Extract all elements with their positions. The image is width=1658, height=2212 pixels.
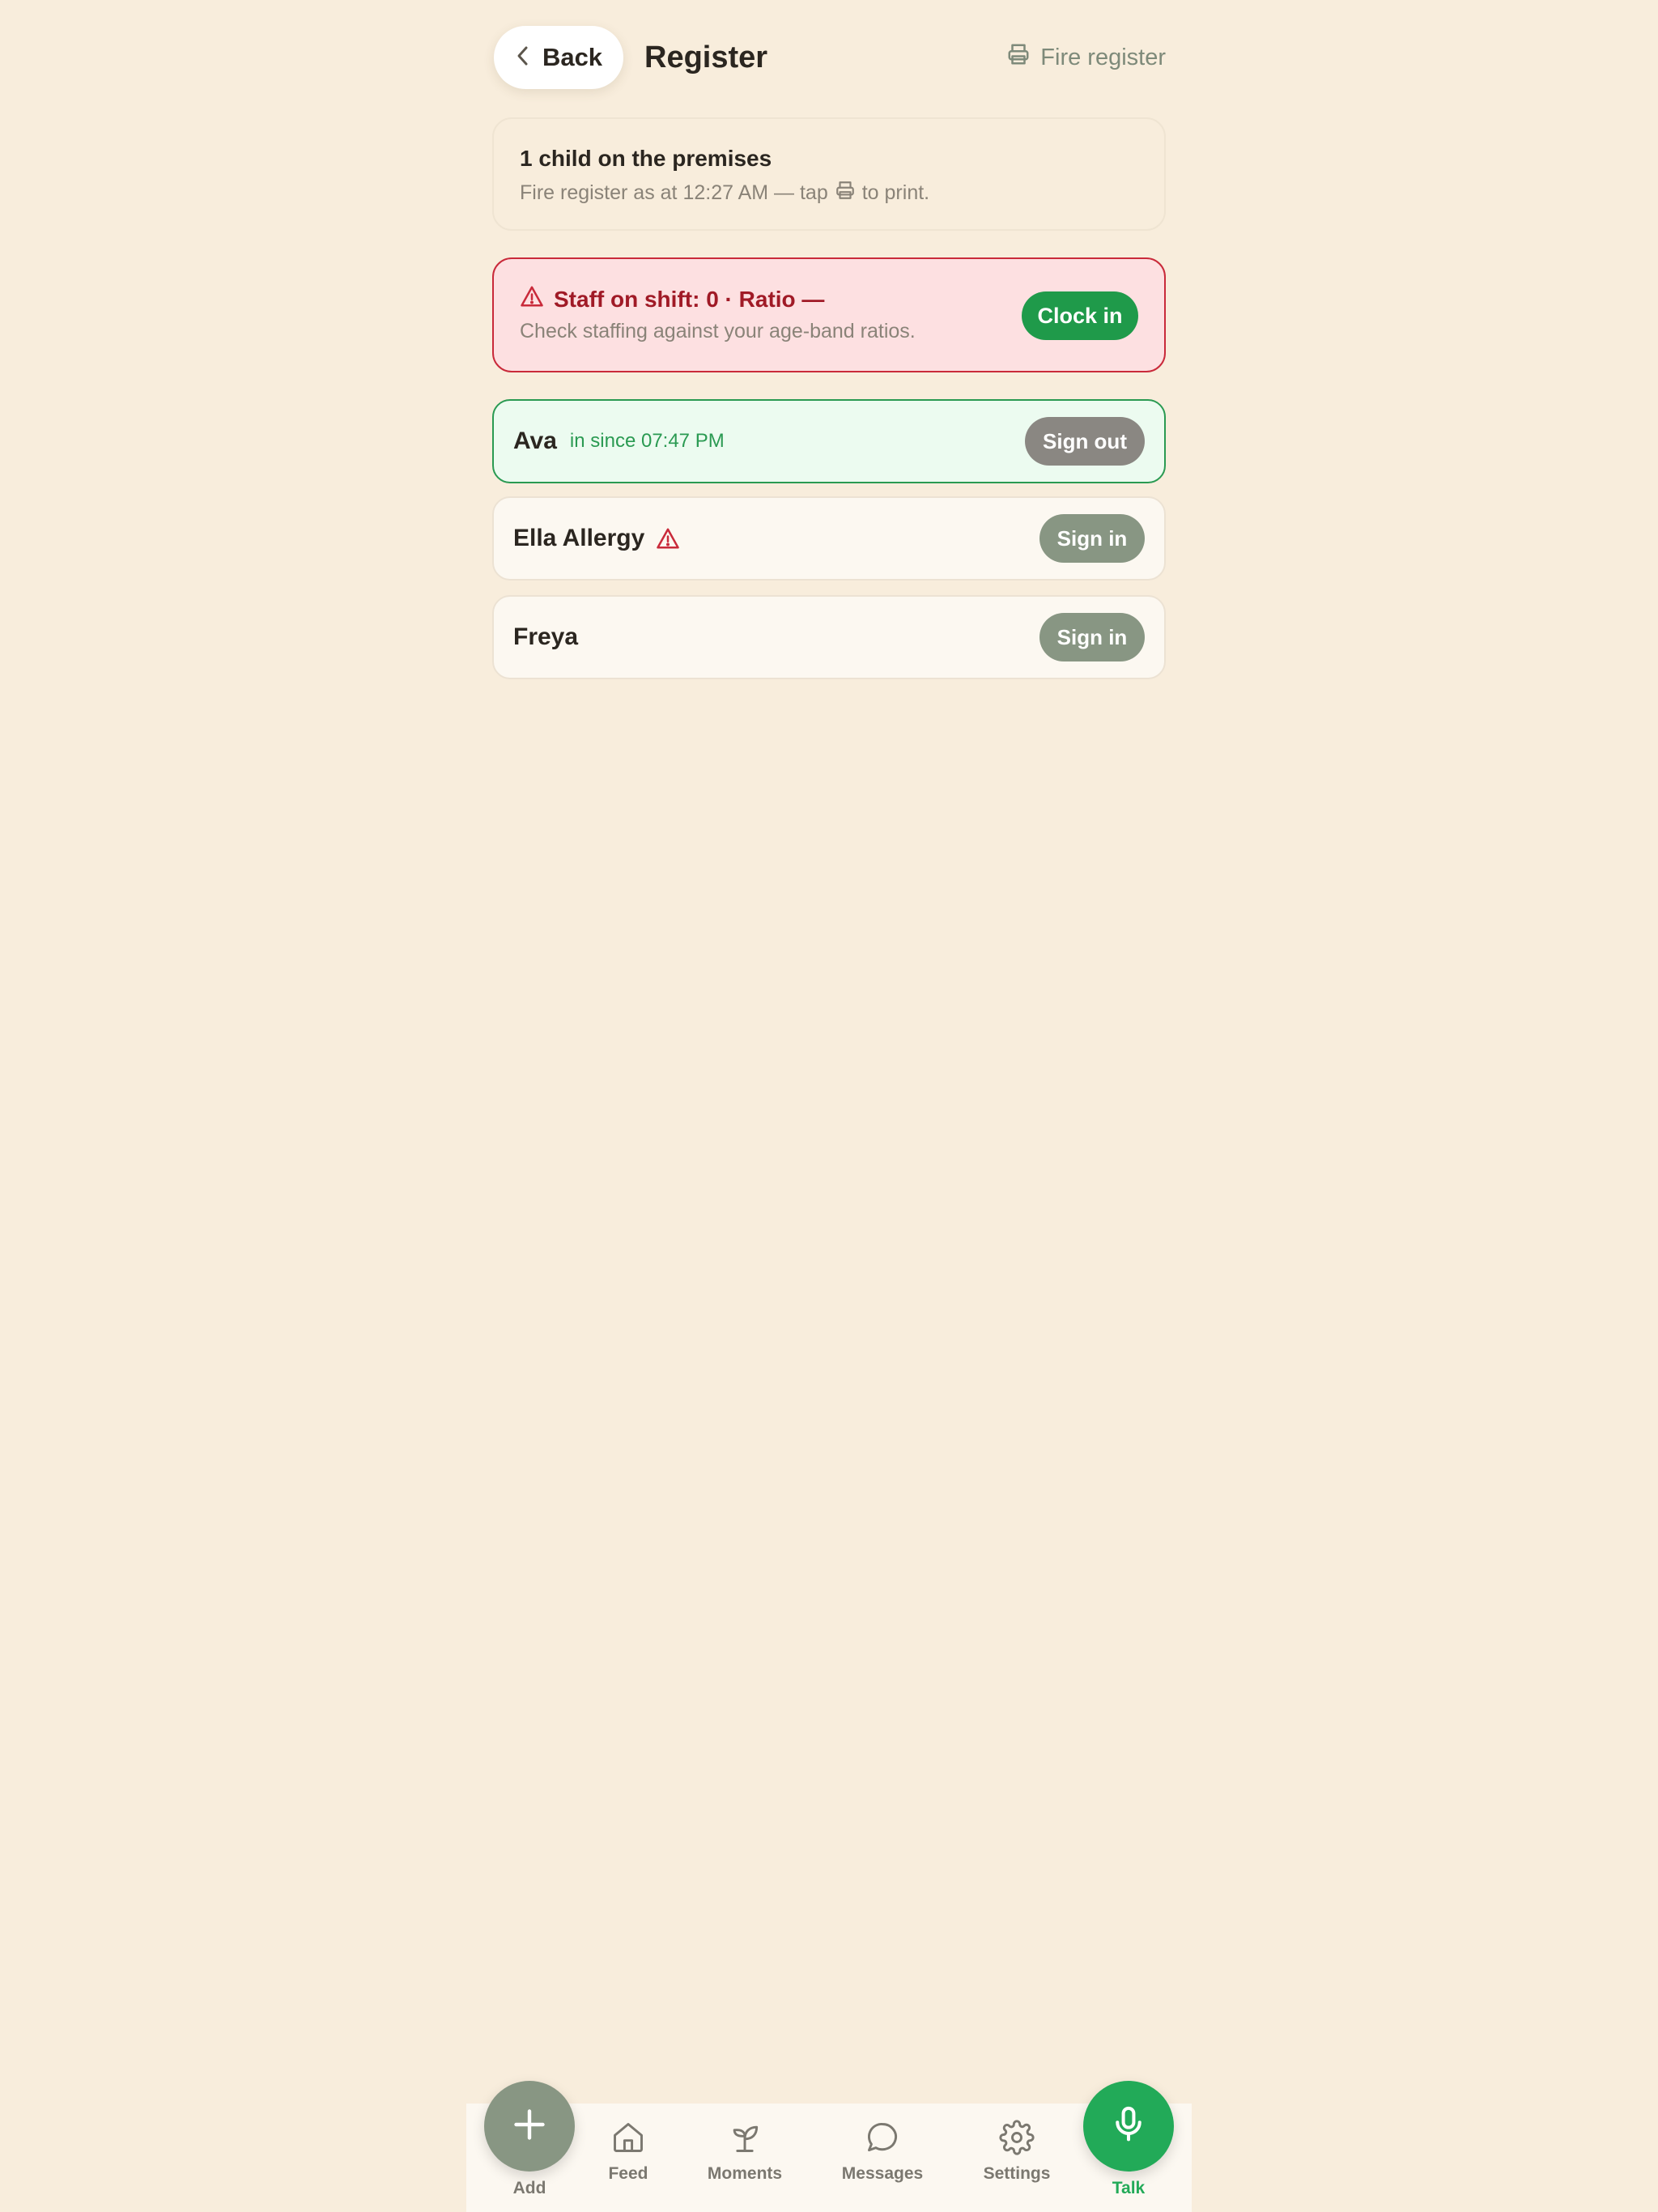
nav-item-moments[interactable]: Moments	[688, 2120, 801, 2184]
back-label: Back	[542, 43, 603, 71]
add-label: Add	[512, 2179, 546, 2197]
fire-register-note: Fire register as at 12:27 AM — tap to pr…	[520, 180, 1138, 206]
talk-button[interactable]	[1083, 2081, 1174, 2172]
child-name: Ava	[513, 428, 557, 454]
printer-icon	[1006, 42, 1031, 73]
staff-alert-title-text: Staff on shift: 0 · Ratio —	[554, 286, 825, 312]
chat-bubble-icon	[865, 2120, 900, 2159]
nav-item-settings[interactable]: Settings	[960, 2120, 1073, 2184]
staff-ratio-alert: Staff on shift: 0 · Ratio — Check staffi…	[492, 257, 1166, 372]
page-title: Register	[644, 40, 768, 74]
sprout-icon	[727, 2120, 763, 2159]
back-button[interactable]: Back	[494, 26, 623, 89]
fire-register-note-after: to print.	[861, 181, 930, 204]
gear-icon	[999, 2120, 1035, 2159]
fire-register-note-before: Fire register as at 12:27 AM — tap	[520, 181, 828, 204]
child-row-ella: Ella Allergy Sign in	[492, 496, 1166, 581]
child-row-ava: Ava in since 07:47 PM Sign out	[492, 399, 1166, 483]
allergy-warning-icon	[656, 527, 680, 550]
sign-in-button[interactable]: Sign in	[1039, 514, 1145, 563]
microphone-icon	[1111, 2105, 1146, 2148]
plus-icon	[512, 2107, 547, 2146]
sign-out-button[interactable]: Sign out	[1025, 417, 1145, 466]
printer-icon[interactable]	[835, 180, 856, 206]
child-name: Ella Allergy	[513, 525, 645, 551]
premises-count: 1 child on the premises	[520, 146, 772, 171]
nav-item-feed[interactable]: Feed	[572, 2120, 685, 2184]
child-name: Freya	[513, 623, 579, 650]
chevron-left-icon	[515, 45, 531, 71]
nav-item-messages[interactable]: Messages	[826, 2120, 939, 2184]
nav-label-moments: Moments	[707, 2164, 783, 2183]
premises-summary-card: 1 child on the premises Fire register as…	[492, 117, 1166, 231]
warning-icon	[520, 285, 544, 313]
nav-label-settings: Settings	[983, 2164, 1051, 2183]
header: Back Register Fire register	[492, 26, 1166, 89]
fire-register-label: Fire register	[1040, 44, 1166, 70]
clock-in-button[interactable]: Clock in	[1022, 291, 1138, 340]
nav-label-messages: Messages	[841, 2164, 924, 2183]
nav-label-feed: Feed	[608, 2164, 648, 2183]
sign-in-button[interactable]: Sign in	[1039, 613, 1145, 661]
child-row-freya: Freya Sign in	[492, 595, 1166, 679]
talk-label: Talk	[1112, 2179, 1146, 2197]
add-button[interactable]	[484, 2081, 575, 2172]
fire-register-link[interactable]: Fire register	[1006, 26, 1166, 89]
child-status: in since 07:47 PM	[569, 430, 725, 452]
home-icon	[610, 2120, 646, 2159]
